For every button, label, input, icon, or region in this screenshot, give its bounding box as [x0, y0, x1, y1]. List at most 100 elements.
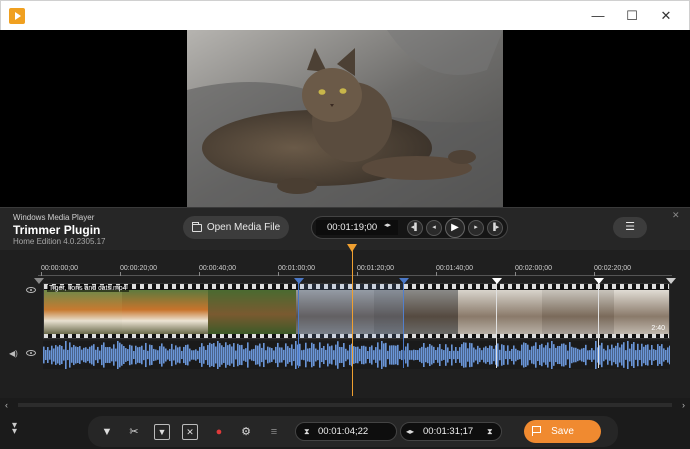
tick-label: 00:02:20;00	[594, 265, 631, 272]
waveform-bar	[321, 347, 323, 363]
timeline[interactable]: 00:00:00;00 00:00:20;00 00:00:40;00 00:0…	[0, 244, 690, 398]
audio-track[interactable]	[43, 341, 670, 369]
waveform-bar	[517, 350, 519, 360]
waveform-bar	[287, 346, 289, 364]
waveform-bar	[525, 343, 527, 367]
speaker-icon[interactable]: ◀)	[9, 349, 18, 358]
waveform-bar	[139, 346, 141, 364]
timeline-scrollbar[interactable]: ‹ ›	[0, 398, 690, 412]
end-handle-icon[interactable]	[665, 277, 677, 285]
collapse-icon[interactable]: ▾ ▾	[12, 421, 17, 437]
ruler-tick	[436, 272, 437, 276]
selection-start-value: 00:01:04;22	[318, 426, 369, 437]
time-ruler[interactable]: 00:00:00;00 00:00:20;00 00:00:40;00 00:0…	[38, 258, 672, 280]
trim-handle-icon[interactable]	[491, 277, 503, 285]
selection-start-field[interactable]: ⧗ 00:01:04;22	[295, 422, 397, 441]
waveform-bar	[389, 345, 391, 365]
waveform-bar	[411, 350, 413, 360]
maximize-button[interactable]: ☐	[615, 1, 649, 31]
equalizer-icon[interactable]: ≡	[266, 424, 282, 440]
frame-step-forward-icon[interactable]: ▐▸	[487, 220, 503, 236]
waveform-bar	[655, 349, 657, 361]
save-button[interactable]: Save	[524, 420, 601, 443]
menu-icon[interactable]: ☰	[613, 217, 647, 238]
frame-step-back-icon[interactable]: ◂▌	[407, 220, 423, 236]
waveform-bar	[571, 346, 573, 364]
playhead[interactable]	[352, 244, 353, 396]
eye-icon[interactable]	[26, 287, 36, 293]
waveform-bar	[187, 344, 189, 366]
tick-label: 00:00:40;00	[199, 265, 236, 272]
waveform-bar	[375, 347, 377, 363]
waveform-bar	[149, 344, 151, 366]
waveform-bar	[609, 349, 611, 361]
waveform-bar	[331, 345, 333, 365]
time-stepper-icon[interactable]: ◂▸	[384, 221, 391, 229]
scroll-track[interactable]	[18, 403, 672, 407]
waveform-bar	[413, 349, 415, 361]
close-button[interactable]: ✕	[649, 1, 683, 31]
scroll-left-icon[interactable]: ‹	[5, 398, 8, 412]
waveform-bar	[61, 345, 63, 365]
waveform-bar	[167, 350, 169, 360]
waveform-bar	[89, 346, 91, 364]
trim-icon[interactable]: ▼	[154, 424, 170, 440]
waveform-bar	[575, 347, 577, 363]
waveform-bar	[565, 344, 567, 366]
waveform-bar	[303, 349, 305, 361]
playhead-handle-icon[interactable]	[347, 244, 357, 252]
trim-marker[interactable]	[496, 280, 497, 368]
eye-icon[interactable]	[26, 350, 36, 356]
waveform-bar	[627, 341, 629, 369]
step-forward-icon[interactable]: ▸	[468, 220, 484, 236]
waveform-bar	[277, 342, 279, 368]
waveform-bar	[377, 342, 379, 368]
waveform-bar	[241, 344, 243, 366]
waveform-bar	[107, 347, 109, 363]
waveform-bar	[607, 345, 609, 365]
waveform-bar	[437, 347, 439, 363]
filter-icon[interactable]: ▼	[99, 424, 115, 440]
waveform-bar	[447, 347, 449, 363]
waveform-bar	[99, 350, 101, 360]
minimize-button[interactable]: —	[581, 1, 615, 31]
control-bar: Windows Media Player Trimmer Plugin Home…	[0, 207, 690, 250]
waveform-bar	[189, 348, 191, 362]
waveform-bar	[309, 348, 311, 362]
record-icon[interactable]: ●	[211, 424, 227, 440]
title-bar: — ☐ ✕	[0, 0, 690, 30]
flag-icon	[532, 426, 541, 436]
settings-icon[interactable]: ⚙	[238, 424, 254, 440]
mute-icon[interactable]: ✕	[182, 424, 198, 440]
waveform-bar	[409, 350, 411, 360]
end-stepper-icon: ◂▸	[406, 427, 415, 436]
trim-handle-icon[interactable]	[593, 277, 605, 285]
waveform-bar	[365, 346, 367, 364]
waveform-bar	[109, 346, 111, 364]
waveform-bar	[243, 349, 245, 361]
waveform-bar	[141, 345, 143, 365]
scroll-right-icon[interactable]: ›	[682, 398, 685, 412]
ruler-tick	[357, 272, 358, 276]
save-label: Save	[551, 426, 574, 437]
waveform-bar	[129, 344, 131, 366]
waveform-bar	[361, 345, 363, 365]
play-icon[interactable]: ▶	[445, 218, 465, 238]
selection-end-field[interactable]: ◂▸ 00:01:31;17 ⧗	[400, 422, 502, 441]
waveform-bar	[63, 349, 65, 361]
cut-icon[interactable]: ✂	[126, 424, 142, 440]
video-track[interactable]: Tiger, lions and cats.mp4 2:40	[43, 283, 670, 339]
waveform-bar	[291, 344, 293, 366]
bottom-toolbar: ▾ ▾ ▼ ✂ ▼ ✕ ● ⚙ ≡ ⧗ 00:01:04;22 ◂▸ 00:01:…	[0, 412, 690, 449]
waveform-bar	[611, 344, 613, 366]
waveform-bar	[505, 350, 507, 360]
waveform-bar	[555, 347, 557, 363]
waveform-bar	[55, 345, 57, 365]
trim-marker[interactable]	[598, 280, 599, 368]
waveform-bar	[545, 345, 547, 365]
open-media-button[interactable]: Open Media File	[183, 216, 289, 239]
start-handle-icon[interactable]	[33, 277, 45, 285]
waveform-bar	[179, 346, 181, 364]
panel-close-icon[interactable]: ✕	[672, 210, 680, 221]
step-back-icon[interactable]: ◂	[426, 220, 442, 236]
